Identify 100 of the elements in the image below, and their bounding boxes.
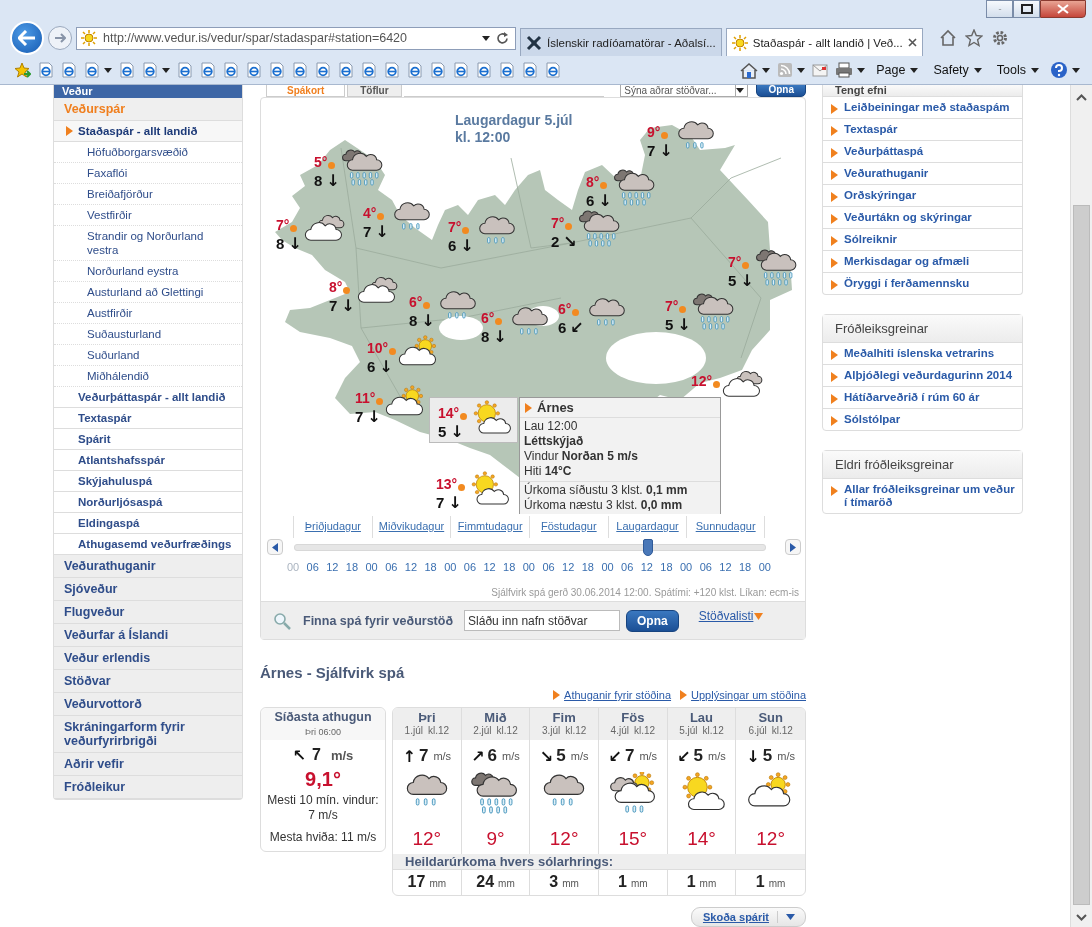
sidebar-item[interactable]: Austfirðir bbox=[54, 303, 242, 324]
home-icon[interactable] bbox=[740, 61, 759, 79]
station-marker[interactable]: 6° 8 ↓ bbox=[409, 289, 480, 329]
related-link[interactable]: Öryggi í ferðamennsku bbox=[823, 273, 1022, 294]
webpage-icon[interactable] bbox=[430, 62, 446, 78]
station-marker[interactable]: 6° 6 ↙ bbox=[558, 296, 629, 336]
map-tab[interactable]: Töflur bbox=[347, 85, 402, 97]
help-icon[interactable] bbox=[1050, 61, 1068, 79]
hour-label[interactable]: 06 bbox=[303, 561, 322, 573]
webpage-icon[interactable] bbox=[84, 62, 100, 78]
add-favorite-icon[interactable] bbox=[14, 61, 31, 79]
browser-tab[interactable]: Staðaspár - allt landið | Veð... bbox=[725, 28, 923, 56]
caret-icon[interactable] bbox=[162, 67, 170, 73]
webpage-icon[interactable] bbox=[407, 62, 423, 78]
sidebar-item[interactable]: Veðurvottorð bbox=[54, 693, 242, 716]
hour-label[interactable]: 18 bbox=[736, 561, 755, 573]
related-link[interactable]: Allar fróðleiksgreinar um veður í tímaröð bbox=[823, 479, 1022, 513]
timeline-handle[interactable] bbox=[642, 538, 653, 556]
day-link[interactable]: Miðvikudagur bbox=[378, 520, 445, 532]
station-list-link[interactable]: Stöðvalisti bbox=[698, 609, 754, 623]
sidebar-item[interactable]: Stöðvar bbox=[54, 670, 242, 693]
scroll-right-button[interactable] bbox=[785, 539, 801, 555]
station-marker[interactable]: 6° 8 ↓ bbox=[481, 305, 552, 345]
webpage-icon[interactable] bbox=[200, 62, 216, 78]
webpage-icon[interactable] bbox=[142, 62, 158, 78]
view-chart-button[interactable]: Skoða spárit bbox=[690, 907, 806, 927]
related-link[interactable]: Sólreiknir bbox=[823, 229, 1022, 251]
hour-label[interactable]: 00 bbox=[519, 561, 538, 573]
caret-icon[interactable] bbox=[104, 67, 112, 73]
station-marker[interactable]: 8° 7 ↓ bbox=[329, 274, 400, 314]
refresh-icon[interactable] bbox=[496, 31, 509, 45]
webpage-icon[interactable] bbox=[61, 62, 77, 78]
open-button[interactable]: Opna bbox=[756, 85, 806, 97]
station-marker[interactable]: 8° 6 ↓ bbox=[586, 169, 657, 209]
scrollbar-thumb[interactable] bbox=[1073, 205, 1090, 905]
sidebar-item[interactable]: Veður erlendis bbox=[54, 647, 242, 670]
related-link[interactable]: Sólstólpar bbox=[823, 409, 1022, 430]
open-button[interactable]: Opna bbox=[626, 609, 679, 632]
caret-icon[interactable] bbox=[1072, 67, 1080, 73]
station-marker[interactable]: 4° 7 ↓ bbox=[363, 200, 434, 240]
dropdown-caret-icon[interactable] bbox=[736, 88, 745, 93]
webpage-icon[interactable] bbox=[292, 62, 308, 78]
caret-icon[interactable] bbox=[1031, 67, 1039, 73]
station-marker[interactable]: 7° 8 ↓ bbox=[276, 212, 347, 252]
webpage-icon[interactable] bbox=[38, 62, 54, 78]
related-link[interactable]: Veðurathuganir bbox=[823, 163, 1022, 185]
view-chart-link[interactable]: Skoða spárit bbox=[702, 911, 769, 923]
address-bar[interactable]: http://www.vedur.is/vedur/spar/stadaspar#station=6420 bbox=[76, 26, 516, 50]
caret-icon[interactable] bbox=[973, 67, 982, 73]
station-name-field[interactable]: Sláðu inn nafn stöðvar bbox=[464, 610, 621, 631]
webpage-icon[interactable] bbox=[384, 62, 400, 78]
related-link[interactable]: Orðskýringar bbox=[823, 185, 1022, 207]
sidebar-item[interactable]: Staðaspár - allt landið bbox=[54, 121, 242, 142]
webpage-icon[interactable] bbox=[223, 62, 239, 78]
hour-label[interactable]: 00 bbox=[755, 561, 774, 573]
hour-label[interactable]: 00 bbox=[441, 561, 460, 573]
webpage-icon[interactable] bbox=[246, 62, 262, 78]
maximize-button[interactable] bbox=[1013, 0, 1040, 18]
hour-label[interactable]: 18 bbox=[578, 561, 597, 573]
caret-icon[interactable] bbox=[786, 914, 795, 920]
sidebar-item[interactable]: Höfuðborgarsvæðið bbox=[54, 142, 242, 163]
sidebar-item[interactable]: Austurland að Glettingi bbox=[54, 282, 242, 303]
hour-label[interactable]: 12 bbox=[637, 561, 656, 573]
station-marker[interactable]: 13° 7 ↓ bbox=[436, 471, 511, 511]
home-icon[interactable] bbox=[938, 29, 957, 47]
sidebar-item[interactable]: Suðurland bbox=[54, 345, 242, 366]
related-link[interactable]: Alþjóðlegi veðurdagurinn 2014 bbox=[823, 365, 1022, 387]
webpage-icon[interactable] bbox=[522, 62, 538, 78]
sidebar-item[interactable]: Veðurathuganir bbox=[54, 555, 242, 578]
browser-tab[interactable]: Íslenskir radíóamatörar - Aðalsí... bbox=[520, 28, 722, 56]
hour-label[interactable]: 06 bbox=[460, 561, 479, 573]
hour-label[interactable]: 06 bbox=[382, 561, 401, 573]
station-marker[interactable]: 7° 2 ↘ bbox=[551, 210, 622, 250]
sidebar-item[interactable]: Sjóveður bbox=[54, 578, 242, 601]
hour-label[interactable]: 18 bbox=[657, 561, 676, 573]
day-link[interactable]: Fimmtudagur bbox=[457, 520, 523, 532]
webpage-icon[interactable] bbox=[177, 62, 193, 78]
print-icon[interactable] bbox=[835, 62, 854, 78]
webpage-icon[interactable] bbox=[338, 62, 354, 78]
day-link[interactable]: Föstudagur bbox=[541, 520, 597, 532]
station-marker[interactable]: 7° 5 ↓ bbox=[665, 293, 736, 333]
sidebar-item[interactable]: Veðurfar á Íslandi bbox=[54, 624, 242, 647]
sidebar-item[interactable]: Fróðleikur bbox=[54, 776, 242, 799]
related-link[interactable]: Veðurþáttaspá bbox=[823, 141, 1022, 163]
mail-icon[interactable] bbox=[812, 63, 829, 77]
related-link[interactable]: Veðurtákn og skýringar bbox=[823, 207, 1022, 229]
caret-icon[interactable] bbox=[762, 67, 771, 73]
station-marker[interactable]: 10° 6 ↓ bbox=[367, 335, 442, 375]
station-marker[interactable]: 5° 8 ↓ bbox=[314, 149, 385, 189]
scroll-left-button[interactable] bbox=[267, 539, 283, 555]
webpage-icon[interactable] bbox=[361, 62, 377, 78]
webpage-icon[interactable] bbox=[315, 62, 331, 78]
star-icon[interactable] bbox=[964, 29, 983, 47]
webpage-icon[interactable] bbox=[269, 62, 285, 78]
caret-icon[interactable] bbox=[857, 67, 866, 73]
hour-label[interactable]: 06 bbox=[696, 561, 715, 573]
related-link[interactable]: Leiðbeiningar með staðaspám bbox=[823, 97, 1022, 119]
related-link[interactable]: Meðalhiti íslenska vetrarins bbox=[823, 343, 1022, 365]
hour-label[interactable]: 12 bbox=[401, 561, 420, 573]
station-marker[interactable]: 14° 5 ↓ bbox=[429, 397, 519, 443]
